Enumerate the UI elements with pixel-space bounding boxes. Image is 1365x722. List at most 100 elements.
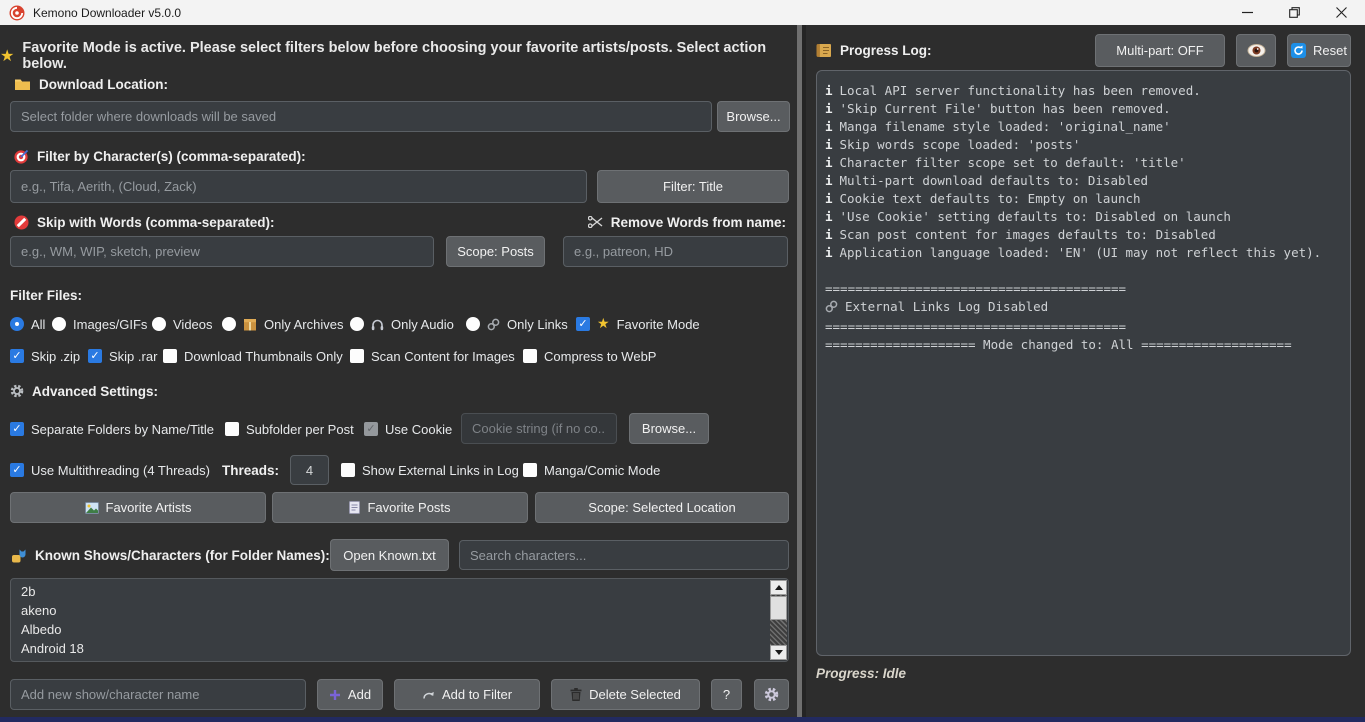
- reset-button[interactable]: Reset: [1287, 34, 1351, 67]
- checkbox-download-thumbnails[interactable]: Download Thumbnails Only: [163, 348, 343, 364]
- info-icon: i: [825, 101, 833, 116]
- checkbox-subfolder-per-post[interactable]: Subfolder per Post: [225, 421, 354, 437]
- log-text: Manga filename style loaded: 'original_n…: [840, 119, 1171, 134]
- cat-icon: [12, 548, 27, 563]
- log-text: Character filter scope set to default: '…: [840, 155, 1186, 170]
- log-line: ========================================: [825, 318, 1342, 336]
- add-character-input[interactable]: [10, 679, 306, 710]
- filter-scope-button[interactable]: Filter: Title: [597, 170, 789, 203]
- advanced-settings-label: Advanced Settings:: [10, 382, 158, 400]
- checkbox-scan-content[interactable]: Scan Content for Images: [350, 348, 515, 364]
- checkbox-indicator: [88, 349, 102, 363]
- scroll-up-button[interactable]: [770, 580, 787, 595]
- add-to-filter-button[interactable]: Add to Filter: [394, 679, 540, 710]
- multipart-toggle-button[interactable]: Multi-part: OFF: [1095, 34, 1225, 67]
- banner-text: Favorite Mode is active. Please select f…: [22, 40, 794, 72]
- delete-selected-button[interactable]: Delete Selected: [551, 679, 700, 710]
- radio-only-audio[interactable]: Only Audio: [350, 316, 454, 332]
- favorite-artists-button[interactable]: Favorite Artists: [10, 492, 266, 523]
- search-characters-input[interactable]: [459, 540, 789, 570]
- close-button[interactable]: [1318, 0, 1365, 25]
- log-text: ========================================: [825, 319, 1126, 334]
- settings-gear-button[interactable]: [754, 679, 789, 710]
- known-characters-label: Known Shows/Characters (for Folder Names…: [12, 546, 330, 564]
- eye-toggle-button[interactable]: [1236, 34, 1276, 67]
- log-line: iManga filename style loaded: 'original_…: [825, 118, 1342, 136]
- minimize-button[interactable]: [1224, 0, 1271, 25]
- minimize-icon: [1242, 7, 1253, 18]
- radio-only-links[interactable]: Only Links: [466, 316, 568, 332]
- favorite-posts-button[interactable]: Favorite Posts: [272, 492, 528, 523]
- log-panel: Progress Log: Multi-part: OFF Reset iLoc…: [806, 25, 1365, 722]
- list-item[interactable]: Android 18: [11, 639, 788, 658]
- list-scrollbar[interactable]: [770, 580, 787, 660]
- list-item[interactable]: 2b: [11, 582, 788, 601]
- open-known-txt-button[interactable]: Open Known.txt: [330, 539, 449, 571]
- help-button[interactable]: ?: [711, 679, 742, 710]
- checkbox-separate-folders[interactable]: Separate Folders by Name/Title: [10, 421, 214, 437]
- download-location-input[interactable]: [10, 101, 712, 132]
- checkbox-manga-mode[interactable]: Manga/Comic Mode: [523, 462, 660, 478]
- plus-icon: [329, 689, 341, 701]
- info-icon: i: [825, 209, 833, 224]
- log-text: External Links Log Disabled: [845, 299, 1048, 314]
- log-line: i'Skip Current File' button has been rem…: [825, 100, 1342, 118]
- list-item[interactable]: Android 21: [11, 658, 788, 662]
- checkbox-compress-webp[interactable]: Compress to WebP: [523, 348, 656, 364]
- scrollbar-thumb[interactable]: [770, 596, 787, 620]
- list-item[interactable]: akeno: [11, 601, 788, 620]
- log-line: iLocal API server functionality has been…: [825, 82, 1342, 100]
- archive-icon: [243, 318, 257, 331]
- cookie-string-input[interactable]: [461, 413, 617, 444]
- add-button[interactable]: Add: [317, 679, 383, 710]
- radio-videos[interactable]: Videos: [152, 316, 213, 332]
- arrow-down-icon: [775, 650, 783, 655]
- scroll-down-button[interactable]: [770, 645, 787, 660]
- checkbox-indicator: [576, 317, 590, 331]
- info-icon: i: [825, 83, 833, 98]
- skip-words-input[interactable]: [10, 236, 434, 267]
- checkbox-indicator: [163, 349, 177, 363]
- radio-all[interactable]: All: [10, 316, 45, 332]
- info-icon: i: [825, 245, 833, 260]
- window-title: Kemono Downloader v5.0.0: [33, 6, 181, 20]
- checkbox-use-cookie[interactable]: Use Cookie: [364, 421, 452, 437]
- scroll-icon: [816, 43, 832, 58]
- list-item[interactable]: Albedo: [11, 620, 788, 639]
- restore-button[interactable]: [1271, 0, 1318, 25]
- star-icon: ★: [0, 48, 14, 64]
- checkbox-indicator: [10, 349, 24, 363]
- gear-icon: [10, 384, 24, 398]
- character-filter-input[interactable]: [10, 170, 587, 203]
- log-line: iSkip words scope loaded: 'posts': [825, 136, 1342, 154]
- skip-scope-button[interactable]: Scope: Posts: [446, 236, 545, 267]
- log-line: iScan post content for images defaults t…: [825, 226, 1342, 244]
- progress-log-output[interactable]: iLocal API server functionality has been…: [816, 70, 1351, 656]
- checkbox-show-external-links[interactable]: Show External Links in Log: [341, 462, 519, 478]
- titlebar: Kemono Downloader v5.0.0: [0, 0, 1365, 25]
- checkbox-skip-rar[interactable]: Skip .rar: [88, 348, 157, 364]
- threads-input[interactable]: [290, 455, 329, 485]
- character-list[interactable]: 2b akeno Albedo Android 18 Android 21: [10, 578, 789, 662]
- skip-words-label: Skip with Words (comma-separated):: [14, 213, 275, 231]
- scope-selected-location-button[interactable]: Scope: Selected Location: [535, 492, 789, 523]
- checkbox-indicator: [341, 463, 355, 477]
- browse-download-button[interactable]: Browse...: [717, 101, 790, 132]
- star-icon: ★: [597, 317, 610, 331]
- checkbox-multithreading[interactable]: Use Multithreading (4 Threads): [10, 462, 210, 478]
- radio-images-gifs[interactable]: Images/GIFs: [52, 316, 147, 332]
- browse-cookie-button[interactable]: Browse...: [629, 413, 709, 444]
- checkbox-favorite-mode[interactable]: ★ Favorite Mode: [576, 316, 700, 332]
- panel-splitter[interactable]: [794, 25, 806, 722]
- gear-icon: [764, 687, 779, 702]
- trash-icon: [570, 688, 582, 701]
- app-icon: [9, 5, 25, 21]
- checkbox-skip-zip[interactable]: Skip .zip: [10, 348, 80, 364]
- radio-only-archives[interactable]: Only Archives: [222, 316, 343, 332]
- link-icon: [487, 318, 500, 331]
- checkbox-indicator: [523, 349, 537, 363]
- no-entry-icon: [14, 215, 29, 230]
- checkbox-indicator: [364, 422, 378, 436]
- remove-words-input[interactable]: [563, 236, 788, 267]
- log-line: iMulti-part download defaults to: Disabl…: [825, 172, 1342, 190]
